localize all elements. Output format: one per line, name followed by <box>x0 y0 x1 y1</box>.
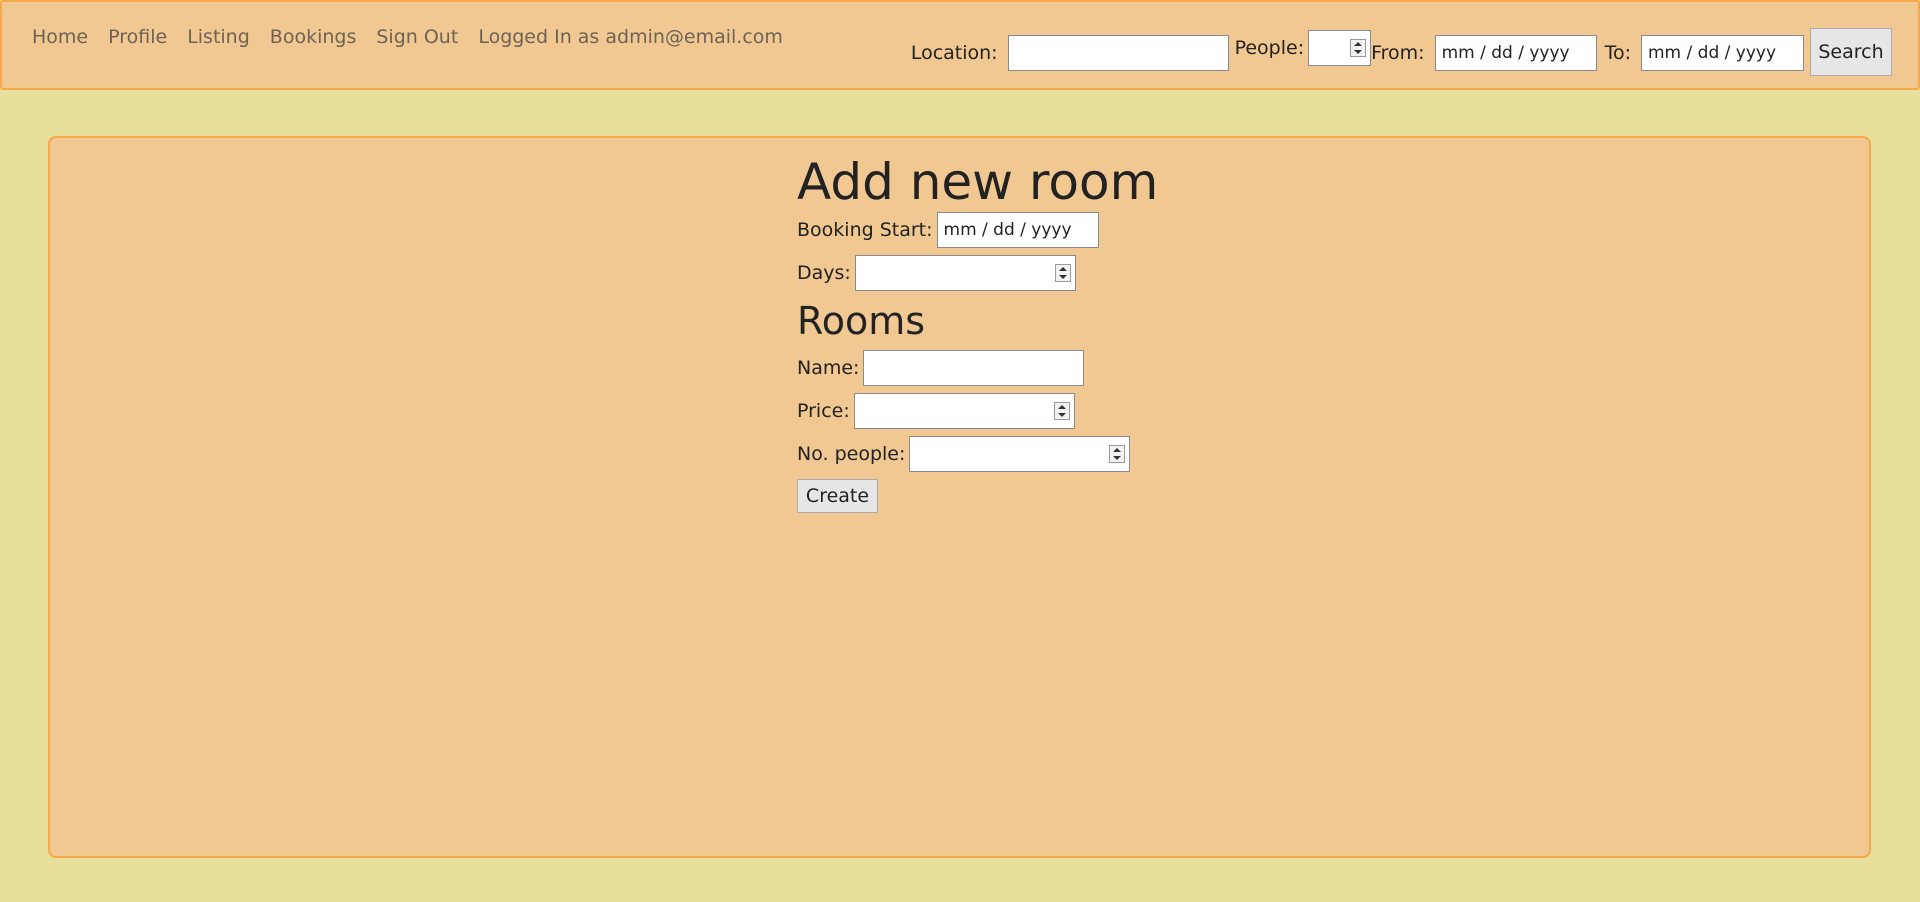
booking-start-row: Booking Start: mm / dd / yyyy <box>797 212 1158 248</box>
days-label: Days: <box>797 262 851 284</box>
nav-link-profile[interactable]: Profile <box>108 26 167 48</box>
arrow-down-icon <box>1354 50 1363 54</box>
location-input[interactable] <box>1007 35 1229 71</box>
location-label: Location: <box>910 42 998 64</box>
arrow-up-icon <box>1057 405 1066 409</box>
arrow-up-icon <box>1354 42 1363 46</box>
nav-link-home[interactable]: Home <box>32 26 88 48</box>
no-people-spinner-icon[interactable] <box>1109 445 1126 463</box>
days-input[interactable] <box>854 255 1076 291</box>
logged-in-status: Logged In as admin@email.com <box>478 26 783 48</box>
arrow-down-icon <box>1057 413 1066 417</box>
from-label: From: <box>1371 42 1425 64</box>
people-label: People: <box>1234 37 1305 59</box>
create-button[interactable]: Create <box>797 479 878 513</box>
search-button[interactable]: Search <box>1810 28 1892 76</box>
rooms-heading: Rooms <box>797 299 926 343</box>
booking-start-label: Booking Start: <box>797 219 933 241</box>
to-label: To: <box>1604 42 1631 64</box>
to-date-input[interactable]: mm / dd / yyyy <box>1641 35 1804 71</box>
page-title: Add new room <box>797 153 1159 211</box>
people-input[interactable] <box>1308 30 1372 66</box>
people-spinner-icon[interactable] <box>1350 39 1367 57</box>
nav-link-bookings[interactable]: Bookings <box>270 26 357 48</box>
price-spinner-icon[interactable] <box>1053 402 1070 420</box>
top-navbar: Home Profile Listing Bookings Sign Out L… <box>0 0 1920 90</box>
arrow-up-icon <box>1058 267 1067 271</box>
no-people-input[interactable] <box>909 436 1131 472</box>
booking-start-input[interactable]: mm / dd / yyyy <box>936 212 1099 248</box>
arrow-up-icon <box>1113 448 1122 452</box>
nav-link-listing[interactable]: Listing <box>187 26 250 48</box>
no-people-label: No. people: <box>797 443 906 465</box>
add-room-form: Add new room Booking Start: mm / dd / yy… <box>797 152 1158 513</box>
nav-link-sign-out[interactable]: Sign Out <box>376 26 458 48</box>
arrow-down-icon <box>1058 275 1067 279</box>
arrow-down-icon <box>1113 456 1122 460</box>
name-input[interactable] <box>863 350 1085 386</box>
price-row: Price: <box>797 393 1158 429</box>
from-date-input[interactable]: mm / dd / yyyy <box>1434 35 1597 71</box>
name-row: Name: <box>797 350 1158 386</box>
nav-links: Home Profile Listing Bookings Sign Out L… <box>32 26 783 48</box>
price-input[interactable] <box>853 393 1075 429</box>
no-people-row: No. people: <box>797 436 1158 472</box>
name-label: Name: <box>797 357 860 379</box>
price-label: Price: <box>797 400 850 422</box>
search-form: Location: People: From: mm / dd / yyyy T… <box>911 20 1892 76</box>
days-spinner-icon[interactable] <box>1054 264 1071 282</box>
days-row: Days: <box>797 255 1158 291</box>
